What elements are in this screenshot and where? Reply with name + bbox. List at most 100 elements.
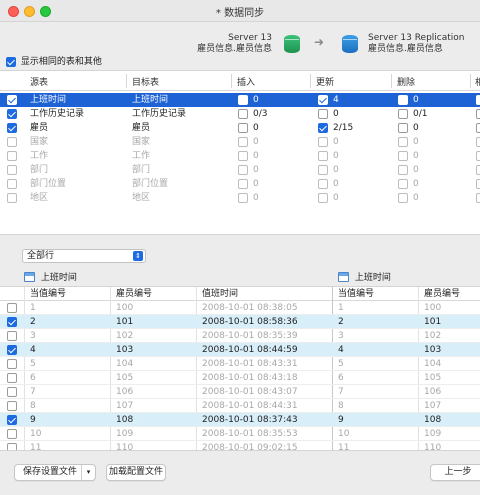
row-sync-checkbox[interactable] bbox=[7, 386, 17, 397]
data-row[interactable]: 8 107 2008-10-01 08:44:31 8 107 bbox=[0, 399, 480, 413]
update-checkbox[interactable] bbox=[318, 150, 328, 161]
row-compare-grid: 当值编号 雇员编号 值班时间 当值编号 雇员编号 1 100 2008-10-01 … bbox=[0, 286, 480, 451]
row-sync-checkbox[interactable] bbox=[7, 358, 17, 369]
delete-checkbox[interactable] bbox=[398, 122, 408, 133]
delete-checkbox[interactable] bbox=[398, 150, 408, 161]
save-settings-button[interactable]: 保存设置文件 ▾ bbox=[14, 464, 96, 481]
left-employee-id: 106 bbox=[116, 387, 134, 397]
right-employee-id: 103 bbox=[424, 345, 442, 355]
col-right-shift-id[interactable]: 当值编号 bbox=[338, 288, 374, 300]
update-checkbox[interactable] bbox=[318, 164, 328, 175]
row-sync-checkbox[interactable] bbox=[7, 442, 17, 450]
table-compare-row[interactable]: 工作 工作 0 0 0 bbox=[0, 149, 480, 163]
same-checkbox[interactable] bbox=[476, 164, 480, 175]
update-checkbox[interactable] bbox=[318, 108, 328, 119]
previous-step-button[interactable]: 上一步 bbox=[430, 464, 480, 481]
row-include-checkbox[interactable] bbox=[7, 192, 17, 203]
table-compare-row[interactable]: 国家 国家 0 0 0 bbox=[0, 135, 480, 149]
table-compare-row[interactable]: 地区 地区 0 0 0 bbox=[0, 191, 480, 205]
insert-checkbox[interactable] bbox=[238, 192, 248, 203]
data-row[interactable]: 11 110 2008-10-01 09:02:15 11 110 bbox=[0, 441, 480, 450]
load-config-button[interactable]: 加载配置文件 bbox=[106, 464, 166, 481]
col-source-table[interactable]: 源表 bbox=[30, 75, 48, 88]
update-checkbox[interactable] bbox=[318, 136, 328, 147]
col-delete[interactable]: 删除 bbox=[397, 75, 415, 88]
delete-checkbox[interactable] bbox=[398, 108, 408, 119]
row-sync-checkbox[interactable] bbox=[7, 330, 17, 341]
left-shift-id: 1 bbox=[30, 303, 36, 313]
data-row[interactable]: 7 106 2008-10-01 08:43:07 7 106 bbox=[0, 385, 480, 399]
insert-checkbox[interactable] bbox=[238, 178, 248, 189]
same-checkbox[interactable] bbox=[476, 192, 480, 203]
col-right-employee-id[interactable]: 雇员编号 bbox=[424, 288, 460, 300]
data-row[interactable]: 9 108 2008-10-01 08:37:43 9 108 bbox=[0, 413, 480, 427]
col-update[interactable]: 更新 bbox=[316, 75, 334, 88]
update-checkbox[interactable] bbox=[318, 178, 328, 189]
col-left-shift-time[interactable]: 值班时间 bbox=[202, 288, 238, 300]
same-checkbox[interactable] bbox=[476, 136, 480, 147]
insert-checkbox[interactable] bbox=[238, 122, 248, 133]
col-left-shift-id[interactable]: 当值编号 bbox=[30, 288, 66, 300]
row-include-checkbox[interactable] bbox=[7, 94, 17, 105]
table-compare-row[interactable]: 工作历史记录 工作历史记录 0/3 0 0/1 bbox=[0, 107, 480, 121]
same-checkbox[interactable] bbox=[476, 178, 480, 189]
row-include-checkbox[interactable] bbox=[7, 178, 17, 189]
table-compare-row[interactable]: 部门 部门 0 0 0 bbox=[0, 163, 480, 177]
update-checkbox[interactable] bbox=[318, 94, 328, 105]
insert-checkbox[interactable] bbox=[238, 164, 248, 175]
col-left-employee-id[interactable]: 雇员编号 bbox=[116, 288, 152, 300]
data-row[interactable]: 1 100 2008-10-01 08:38:05 1 100 bbox=[0, 301, 480, 315]
data-row[interactable]: 6 105 2008-10-01 08:43:18 6 105 bbox=[0, 371, 480, 385]
insert-checkbox[interactable] bbox=[238, 108, 248, 119]
delete-checkbox[interactable] bbox=[398, 192, 408, 203]
same-checkbox[interactable] bbox=[476, 108, 480, 119]
row-include-checkbox[interactable] bbox=[7, 164, 17, 175]
row-sync-checkbox[interactable] bbox=[7, 344, 17, 355]
delete-checkbox[interactable] bbox=[398, 178, 408, 189]
source-info: Server 13 雇员信息.雇员信息 bbox=[170, 33, 272, 55]
delete-count: 0 bbox=[413, 179, 419, 189]
show-same-option[interactable]: 显示相同的表和其他 bbox=[6, 56, 102, 68]
row-sync-checkbox[interactable] bbox=[7, 414, 17, 425]
same-checkbox[interactable] bbox=[476, 150, 480, 161]
delete-checkbox[interactable] bbox=[398, 136, 408, 147]
insert-checkbox[interactable] bbox=[238, 150, 248, 161]
row-sync-checkbox[interactable] bbox=[7, 400, 17, 411]
table-compare-row[interactable]: 部门位置 部门位置 0 0 0 bbox=[0, 177, 480, 191]
data-row[interactable]: 10 109 2008-10-01 08:35:53 10 109 bbox=[0, 427, 480, 441]
delete-checkbox[interactable] bbox=[398, 94, 408, 105]
row-include-checkbox[interactable] bbox=[7, 150, 17, 161]
data-row[interactable]: 4 103 2008-10-01 08:44:59 4 103 bbox=[0, 343, 480, 357]
chevron-down-icon[interactable]: ▾ bbox=[81, 465, 95, 480]
table-compare-row[interactable]: 上班时间 上班时间 0 4 0 bbox=[0, 93, 480, 107]
data-row[interactable]: 3 102 2008-10-01 08:35:39 3 102 bbox=[0, 329, 480, 343]
table-compare-row[interactable]: 雇员 雇员 0 2/15 0 bbox=[0, 121, 480, 135]
insert-checkbox[interactable] bbox=[238, 94, 248, 105]
update-checkbox[interactable] bbox=[318, 192, 328, 203]
data-row[interactable]: 2 101 2008-10-01 08:58:36 2 101 bbox=[0, 315, 480, 329]
col-target-table[interactable]: 目标表 bbox=[132, 75, 159, 88]
left-employee-id: 100 bbox=[116, 303, 134, 313]
col-insert[interactable]: 插入 bbox=[237, 75, 255, 88]
right-shift-id: 10 bbox=[338, 429, 350, 439]
left-shift-id: 4 bbox=[30, 345, 36, 355]
row-sync-checkbox[interactable] bbox=[7, 428, 17, 439]
data-row[interactable]: 5 104 2008-10-01 08:43:31 5 104 bbox=[0, 357, 480, 371]
row-sync-checkbox[interactable] bbox=[7, 302, 17, 313]
row-include-checkbox[interactable] bbox=[7, 108, 17, 119]
insert-count: 0/3 bbox=[253, 109, 268, 119]
row-sync-checkbox[interactable] bbox=[7, 372, 17, 383]
row-include-checkbox[interactable] bbox=[7, 122, 17, 133]
row-sync-checkbox[interactable] bbox=[7, 316, 17, 327]
update-checkbox[interactable] bbox=[318, 122, 328, 133]
delete-checkbox[interactable] bbox=[398, 164, 408, 175]
insert-checkbox[interactable] bbox=[238, 136, 248, 147]
col-same[interactable]: 相 bbox=[475, 75, 480, 88]
previous-step-label: 上一步 bbox=[444, 467, 472, 477]
row-include-checkbox[interactable] bbox=[7, 136, 17, 147]
row-filter-select[interactable]: 全部行 ⇕ bbox=[22, 249, 146, 263]
same-checkbox[interactable] bbox=[476, 94, 480, 105]
same-checkbox[interactable] bbox=[476, 122, 480, 133]
show-same-checkbox[interactable] bbox=[6, 56, 16, 67]
insert-count: 0 bbox=[253, 193, 259, 203]
